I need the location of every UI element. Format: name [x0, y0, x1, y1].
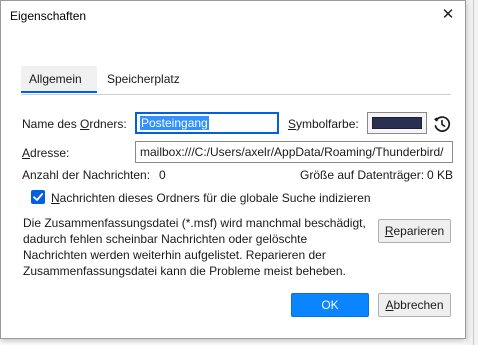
repair-description: Die Zusammenfassungsdatei (*.msf) wird m… [23, 215, 366, 279]
folder-name-label: Name des Ordners: [22, 117, 127, 131]
title-bar: Eigenschaften ✕ [1, 1, 465, 31]
address-field[interactable]: mailbox:///C:/Users/axelr/AppData/Roamin… [135, 141, 453, 163]
disk-size-label: Größe auf Datenträger: [300, 168, 425, 182]
color-swatch [372, 117, 422, 129]
checkmark-icon [33, 193, 44, 201]
repair-description-line: Zusammenfassungsdatei kann die Probleme … [23, 264, 346, 278]
address-label: Adresse: [22, 146, 70, 160]
message-count-value: 0 [159, 168, 166, 182]
global-search-checkbox-label[interactable]: Nachrichten dieses Ordners für die globa… [51, 191, 371, 205]
repair-button[interactable]: Reparieren [378, 219, 451, 243]
repair-description-line: dadurch fehlen scheinbar Nachrichten ode… [23, 232, 308, 246]
global-search-checkbox[interactable] [31, 190, 45, 204]
message-count-label: Anzahl der Nachrichten: [22, 168, 151, 182]
background-window-edge [466, 0, 478, 345]
icon-color-label: Symbolfarbe: [288, 117, 359, 131]
ok-button[interactable]: OK [291, 293, 369, 317]
folder-name-input[interactable]: Posteingang [135, 112, 279, 134]
address-value: mailbox:///C:/Users/axelr/AppData/Roamin… [140, 145, 444, 159]
tab-strip: Allgemein Speicherplatz [21, 66, 451, 95]
folder-name-value: Posteingang [140, 116, 209, 130]
repair-description-line: Die Zusammenfassungsdatei (*.msf) wird m… [23, 216, 366, 230]
tab-storage-label: Speicherplatz [107, 72, 180, 86]
repair-description-line: Nachrichten werden weiterhin aufgelistet… [23, 248, 326, 262]
reset-color-icon[interactable] [431, 113, 453, 135]
dialog-title: Eigenschaften [10, 9, 87, 23]
icon-color-picker-button[interactable] [367, 112, 427, 134]
cancel-button[interactable]: Abbrechen [378, 293, 451, 317]
properties-dialog: Eigenschaften ✕ Allgemein Speicherplatz … [0, 0, 466, 339]
tab-general-label: Allgemein [29, 72, 82, 86]
tab-storage[interactable]: Speicherplatz [99, 66, 188, 93]
disk-size-value: 0 KB [427, 168, 454, 182]
close-icon[interactable]: ✕ [435, 3, 461, 27]
tab-general[interactable]: Allgemein [21, 66, 97, 93]
